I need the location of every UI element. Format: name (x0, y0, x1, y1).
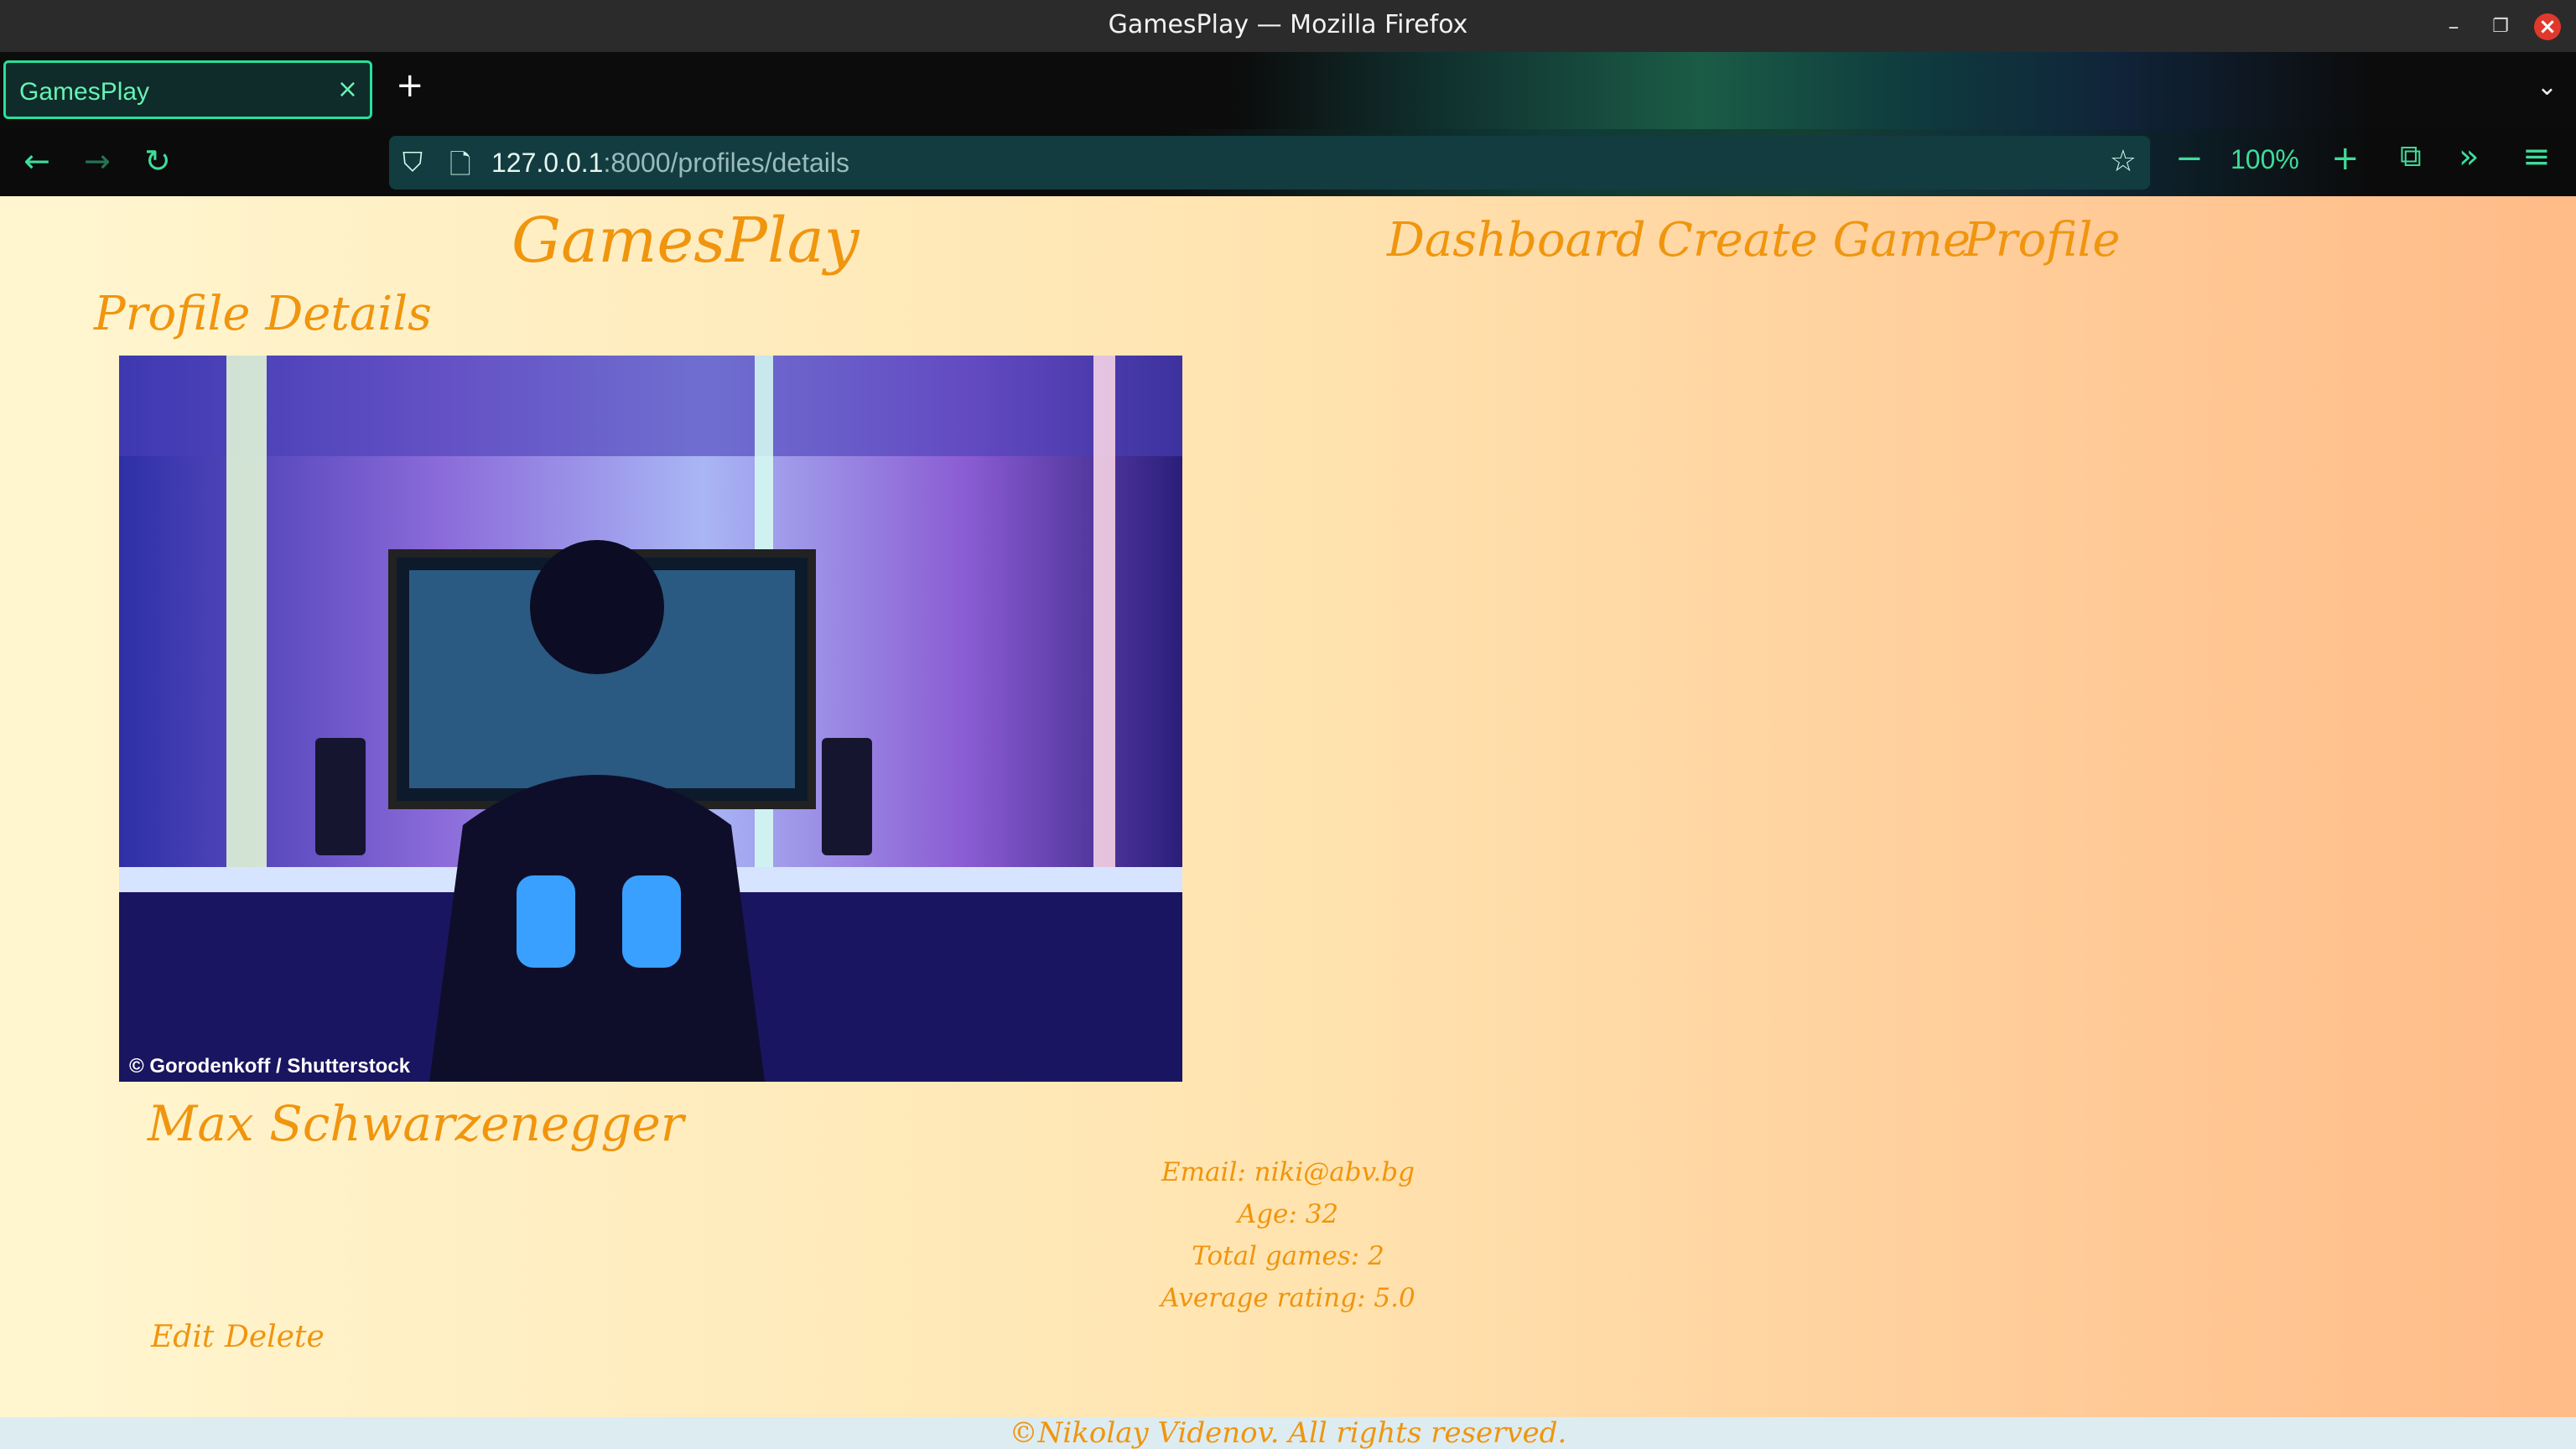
zoom-level[interactable]: 100% (2231, 144, 2299, 175)
profile-age: Age: 32 (1237, 1199, 1339, 1229)
delete-link[interactable]: Delete (225, 1320, 325, 1354)
url-path: :8000/profiles/details (603, 148, 849, 178)
nav-profile[interactable]: Profile (1964, 213, 2121, 267)
profile-average-rating: Average rating: 5.0 (1161, 1283, 1415, 1313)
bookmark-star-icon[interactable]: ☆ (2110, 144, 2137, 179)
nav-create-game[interactable]: Create Game (1657, 213, 1971, 267)
minimize-icon[interactable]: – (2440, 13, 2467, 40)
page-content: GamesPlay Dashboard Create Game Profile … (0, 196, 2576, 1449)
zoom-out-icon[interactable]: − (2175, 139, 2204, 178)
image-credit: © Gorodenkoff / Shutterstock (129, 1055, 411, 1078)
tab-strip: GamesPlay × + ⌄ (0, 52, 2576, 129)
tab-label: GamesPlay (19, 78, 150, 106)
reload-icon[interactable]: ↻ (144, 143, 171, 179)
back-icon[interactable]: ← (23, 143, 50, 179)
page-title: Profile Details (94, 287, 432, 341)
page-footer: ©Nikolay Videnov. All rights reserved. (0, 1417, 2576, 1449)
url-host: 127.0.0.1 (491, 148, 604, 178)
restore-icon[interactable]: ❐ (2487, 13, 2514, 40)
window-titlebar: GamesPlay — Mozilla Firefox – ❐ × (0, 0, 2576, 52)
profile-image: © Gorodenkoff / Shutterstock (119, 356, 1182, 1082)
window-title: GamesPlay — Mozilla Firefox (1108, 10, 1468, 39)
nav-dashboard[interactable]: Dashboard (1387, 213, 1646, 267)
profile-name: Max Schwarzenegger (148, 1095, 684, 1152)
profile-total-games: Total games: 2 (1192, 1241, 1384, 1271)
shield-icon[interactable]: ⛉ (402, 146, 423, 179)
site-logo[interactable]: GamesPlay (512, 205, 860, 277)
page-icon[interactable]: 🗋 (449, 146, 471, 191)
close-window-icon[interactable]: × (2534, 13, 2561, 40)
menu-icon[interactable]: ≡ (2522, 138, 2551, 176)
tab-gamesplay[interactable]: GamesPlay × (3, 60, 372, 119)
overflow-icon[interactable]: » (2459, 138, 2479, 176)
url-text[interactable]: 127.0.0.1:8000/profiles/details (491, 148, 849, 179)
zoom-in-icon[interactable]: + (2331, 139, 2360, 178)
gaming-setup-illustration (119, 356, 1182, 1082)
profile-email: Email: niki@abv.bg (1161, 1157, 1415, 1187)
nav-toolbar: ← → ↻ ⛉ 🗋 127.0.0.1:8000/profiles/detail… (0, 129, 2576, 196)
list-all-tabs-icon[interactable]: ⌄ (2537, 72, 2558, 101)
url-bar[interactable]: ⛉ 🗋 127.0.0.1:8000/profiles/details ☆ (389, 136, 2150, 190)
close-tab-icon[interactable]: × (337, 75, 358, 104)
new-tab-icon[interactable]: + (396, 69, 424, 102)
extensions-icon[interactable]: ⧉ (2400, 139, 2422, 174)
forward-icon[interactable]: → (84, 143, 111, 179)
edit-link[interactable]: Edit (151, 1320, 214, 1354)
